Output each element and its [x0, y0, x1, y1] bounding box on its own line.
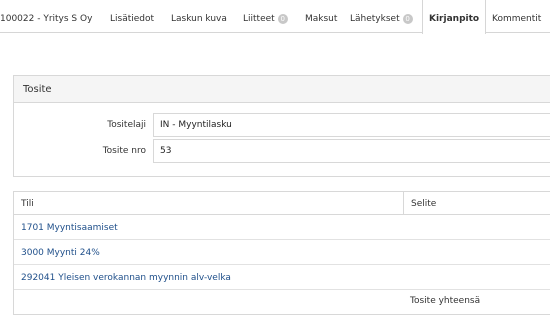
column-divider: [403, 192, 404, 215]
table-row: 292041 Yleisen verokannan myynnin alv-ve…: [14, 266, 550, 290]
column-header-account: Tili: [21, 199, 34, 209]
voucher-number-row: Tosite nro 53: [14, 139, 550, 163]
account-link[interactable]: 1701 Myyntisaamiset: [21, 223, 118, 233]
table-row: 3000 Myynti 24%: [14, 241, 550, 265]
voucher-type-label: Tositelaji: [107, 120, 146, 130]
voucher-panel: Tosite Tositelaji IN - Myyntilasku Tosit…: [13, 75, 550, 177]
shipments-count-badge: 0: [402, 14, 413, 24]
voucher-number-label: Tosite nro: [102, 146, 146, 156]
account-link[interactable]: 292041 Yleisen verokannan myynnin alv-ve…: [21, 273, 231, 283]
table-row: 1701 Myyntisaamiset: [14, 216, 550, 240]
table-header: Tili Selite: [14, 192, 550, 215]
attachments-count-badge: 0: [277, 14, 288, 24]
tab-customer[interactable]: 100022 - Yritys S Oy: [0, 0, 92, 33]
voucher-type-field: IN - Myyntilasku: [153, 113, 550, 137]
voucher-type-row: Tositelaji IN - Myyntilasku: [14, 113, 550, 137]
tab-payments[interactable]: Maksut: [305, 0, 337, 33]
column-header-description: Selite: [411, 199, 437, 209]
tab-invoice-image[interactable]: Laskun kuva: [171, 0, 227, 33]
voucher-total-label: Tosite yhteensä: [410, 296, 481, 306]
tab-bar: 100022 - Yritys S Oy Lisätiedot Laskun k…: [0, 0, 550, 34]
tab-comments[interactable]: Kommentit: [492, 0, 541, 33]
tab-shipments[interactable]: Lähetykset 0: [350, 0, 413, 33]
account-link[interactable]: 3000 Myynti 24%: [21, 248, 100, 258]
entries-table: Tili Selite 1701 Myyntisaamiset 3000 Myy…: [13, 191, 550, 315]
tab-additional-info[interactable]: Lisätiedot: [110, 0, 154, 33]
voucher-panel-title: Tosite: [14, 76, 550, 103]
tab-attachments[interactable]: Liitteet 0: [243, 0, 288, 33]
tab-accounting[interactable]: Kirjanpito: [422, 0, 487, 34]
voucher-number-field: 53: [153, 139, 550, 163]
